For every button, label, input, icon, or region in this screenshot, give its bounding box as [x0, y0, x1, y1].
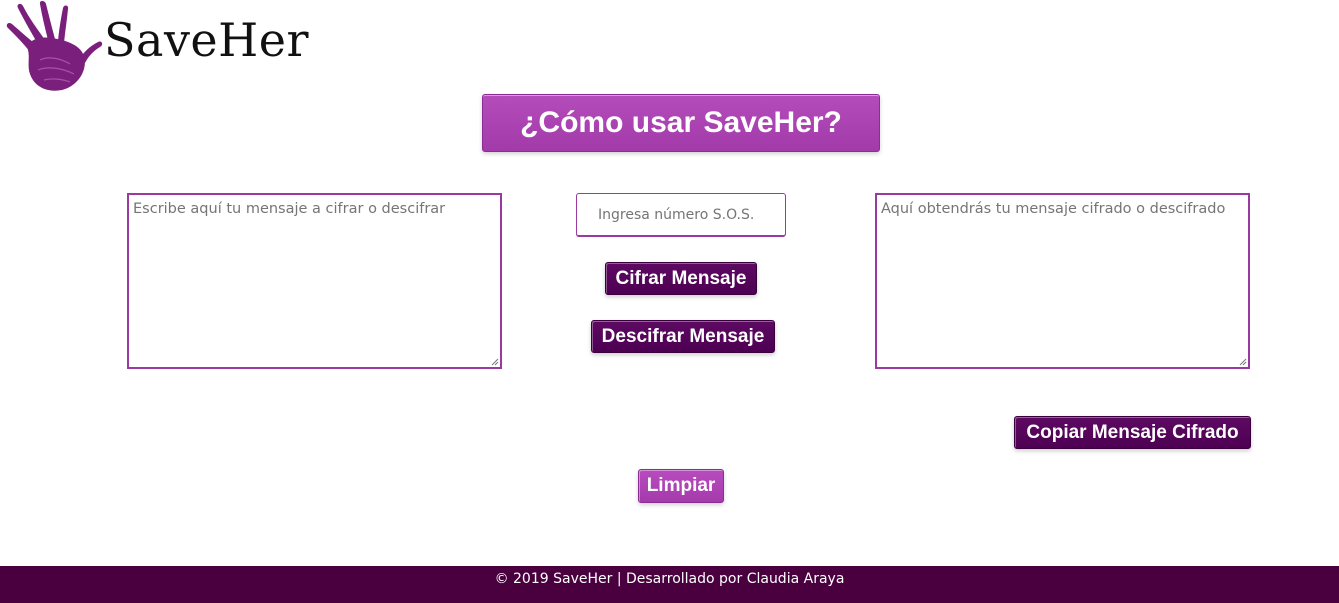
resize-grip-icon[interactable] [1238, 357, 1247, 366]
message-output-textarea[interactable]: Aquí obtendrás tu mensaje cifrado o desc… [875, 193, 1250, 369]
copy-encrypted-message-button[interactable]: Copiar Mensaje Cifrado [1014, 416, 1251, 449]
clear-button[interactable]: Limpiar [638, 469, 724, 503]
message-input-placeholder: Escribe aquí tu mensaje a cifrar o desci… [133, 201, 446, 217]
page: SaveHer ¿Cómo usar SaveHer? Escribe aquí… [0, 0, 1339, 603]
encrypt-button[interactable]: Cifrar Mensaje [605, 262, 757, 295]
resize-grip-icon[interactable] [490, 357, 499, 366]
sos-number-placeholder: Ingresa número S.O.S. [598, 207, 755, 223]
message-output-placeholder: Aquí obtendrás tu mensaje cifrado o desc… [881, 201, 1226, 217]
sos-number-input[interactable]: Ingresa número S.O.S. [576, 193, 786, 237]
footer-text: © 2019 SaveHer | Desarrollado por Claudi… [494, 571, 845, 587]
hand-print-icon [6, 1, 103, 91]
logo[interactable]: SaveHer [0, 0, 308, 92]
how-to-use-button[interactable]: ¿Cómo usar SaveHer? [482, 94, 880, 152]
logo-text: SaveHer [104, 13, 309, 67]
decrypt-button[interactable]: Descifrar Mensaje [591, 320, 775, 353]
message-input-textarea[interactable]: Escribe aquí tu mensaje a cifrar o desci… [127, 193, 502, 369]
footer: © 2019 SaveHer | Desarrollado por Claudi… [0, 566, 1339, 603]
